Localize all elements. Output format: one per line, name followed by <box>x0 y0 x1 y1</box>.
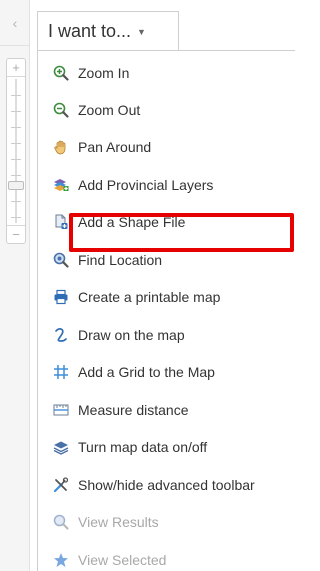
menu-item-pan-around[interactable]: Pan Around <box>53 133 151 161</box>
menu-item-label: Draw on the map <box>78 327 185 343</box>
menu-item-label: Pan Around <box>78 139 152 155</box>
menu-item-create-printable-map[interactable]: Create a printable map <box>53 283 220 311</box>
menu-item-view-selected[interactable]: View Selected <box>53 546 166 571</box>
add-file-icon <box>53 214 69 230</box>
zoom-tick <box>11 111 21 112</box>
search-results-icon <box>53 514 69 530</box>
left-toolbar-strip: ‹ + − <box>0 0 30 571</box>
caret-down-icon: ▼ <box>137 26 146 37</box>
zoom-tick <box>11 201 21 202</box>
zoom-tick <box>11 127 21 128</box>
menu-item-zoom-in[interactable]: Zoom In <box>53 59 129 87</box>
zoom-tick <box>11 175 21 176</box>
menu-item-label: View Selected <box>78 552 167 568</box>
hand-icon <box>53 139 69 155</box>
find-location-icon <box>53 252 69 268</box>
dropdown-label: I want to... <box>48 21 132 41</box>
add-layers-icon <box>53 177 69 193</box>
draw-icon <box>53 327 69 343</box>
zoom-slider[interactable]: + − <box>6 58 26 244</box>
zoom-thumb[interactable] <box>8 181 24 190</box>
menu-item-label: Zoom Out <box>78 102 141 118</box>
menu-item-add-provincial-layers[interactable]: Add Provincial Layers <box>53 171 213 199</box>
menu-item-zoom-out[interactable]: Zoom Out <box>53 96 140 124</box>
star-icon <box>53 552 69 568</box>
menu-item-label: Add Provincial Layers <box>78 177 214 193</box>
printer-icon <box>53 289 69 305</box>
menu-item-label: Measure distance <box>78 402 189 418</box>
menu-item-label: Turn map data on/off <box>78 439 208 455</box>
menu-item-view-results[interactable]: View Results <box>53 508 159 536</box>
zoom-tick <box>11 143 21 144</box>
menu-item-advanced-toolbar[interactable]: Show/hide advanced toolbar <box>53 471 255 499</box>
menu-item-draw-on-map[interactable]: Draw on the map <box>53 321 185 349</box>
zoom-out-icon <box>53 102 69 118</box>
menu-item-turn-map-data[interactable]: Turn map data on/off <box>53 433 207 461</box>
highlight-annotation-box <box>69 213 294 252</box>
collapse-panel-button[interactable]: ‹ <box>0 0 30 46</box>
zoom-tick <box>11 95 21 96</box>
zoom-minus-button[interactable]: − <box>7 225 25 243</box>
menu-item-add-grid[interactable]: Add a Grid to the Map <box>53 358 215 386</box>
menu-item-label: Zoom In <box>78 65 130 81</box>
menu-item-measure-distance[interactable]: Measure distance <box>53 396 189 424</box>
tools-icon <box>53 477 69 493</box>
grid-icon <box>53 364 69 380</box>
i-want-to-dropdown[interactable]: I want to... ▼ <box>37 11 179 51</box>
zoom-tick <box>11 159 21 160</box>
layers-icon <box>53 439 69 455</box>
menu-item-label: Find Location <box>78 252 163 268</box>
menu-item-label: Add a Grid to the Map <box>78 364 215 380</box>
zoom-plus-button[interactable]: + <box>7 59 25 77</box>
menu-item-label: Create a printable map <box>78 289 221 305</box>
menu-item-label: Show/hide advanced toolbar <box>78 477 255 493</box>
zoom-tick <box>11 217 21 218</box>
chevron-left-icon: ‹ <box>12 14 18 31</box>
menu-item-label: View Results <box>78 514 159 530</box>
i-want-to-menu: Zoom In Zoom Out Pan Around Add Provinci… <box>37 50 295 571</box>
ruler-icon <box>53 402 69 418</box>
zoom-in-icon <box>53 65 69 81</box>
